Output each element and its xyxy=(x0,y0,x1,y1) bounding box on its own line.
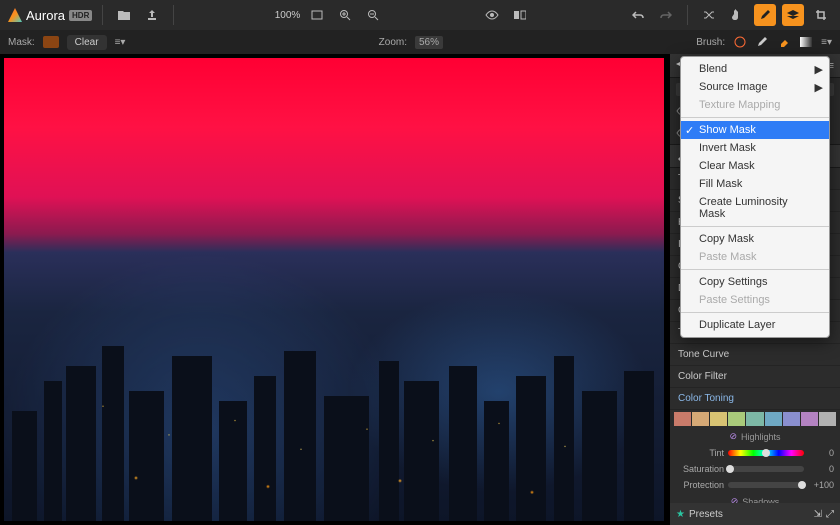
zoom-in-button[interactable] xyxy=(334,4,356,26)
mask-menu-icon[interactable]: ≡▾ xyxy=(115,37,126,48)
mask-color-swatch[interactable] xyxy=(43,36,59,48)
saturation-slider-h[interactable]: Saturation0 xyxy=(670,461,840,477)
menu-item-blend[interactable]: Blend▶ xyxy=(681,60,829,78)
clear-mask-button[interactable]: Clear xyxy=(67,35,107,50)
canvas-viewport[interactable] xyxy=(0,54,670,525)
protection-slider[interactable]: Protection+100 xyxy=(670,477,840,493)
color-swatch[interactable] xyxy=(692,412,709,426)
zoom-dropdown[interactable]: 56% xyxy=(415,36,443,49)
menu-item-invert-mask[interactable]: Invert Mask xyxy=(681,139,829,157)
logo-icon xyxy=(8,8,22,22)
brush-label: Brush: xyxy=(696,37,725,48)
presets-bar[interactable]: ★ Presets ⇲ ⤢ xyxy=(670,503,840,525)
color-toning-swatches xyxy=(670,410,840,428)
app-logo: Aurora HDR xyxy=(8,8,92,23)
menu-item-clear-mask[interactable]: Clear Mask xyxy=(681,157,829,175)
undo-button[interactable] xyxy=(627,4,649,26)
brush-tool-button[interactable] xyxy=(754,4,776,26)
zoom-value[interactable]: 100% xyxy=(275,10,301,21)
main-toolbar: Aurora HDR 100% xyxy=(0,0,840,30)
link-icon: ⊘ xyxy=(729,431,737,442)
brush-paint-icon[interactable] xyxy=(755,35,769,49)
menu-item-texture-mapping: Texture Mapping xyxy=(681,96,829,114)
menu-item-copy-settings[interactable]: Copy Settings xyxy=(681,273,829,291)
submenu-arrow-icon: ▶ xyxy=(815,63,823,76)
tool-row-tone-curve[interactable]: Tone Curve xyxy=(670,344,840,366)
open-button[interactable] xyxy=(113,4,135,26)
menu-item-paste-mask: Paste Mask xyxy=(681,248,829,266)
color-swatch[interactable] xyxy=(674,412,691,426)
color-swatch[interactable] xyxy=(801,412,818,426)
color-swatch[interactable] xyxy=(783,412,800,426)
layers-tool-button[interactable] xyxy=(782,4,804,26)
color-swatch[interactable] xyxy=(710,412,727,426)
crop-tool-button[interactable] xyxy=(810,4,832,26)
star-icon: ★ xyxy=(676,509,685,520)
collapse-icon[interactable]: ⇲ xyxy=(814,509,822,520)
color-swatch[interactable] xyxy=(819,412,836,426)
brush-circle-icon[interactable] xyxy=(733,35,747,49)
presets-label: Presets xyxy=(689,509,723,520)
document-image xyxy=(4,58,664,521)
zoom-label: Zoom: xyxy=(379,37,407,48)
zoom-out-button[interactable] xyxy=(362,4,384,26)
layer-context-menu: Blend▶Source Image▶Texture Mapping Show M… xyxy=(680,56,830,338)
menu-item-copy-mask[interactable]: Copy Mask xyxy=(681,230,829,248)
expand-icon[interactable]: ⤢ xyxy=(826,509,834,520)
menu-item-duplicate-layer[interactable]: Duplicate Layer xyxy=(681,316,829,334)
gradient-icon[interactable] xyxy=(799,35,813,49)
options-bar: Mask: Clear ≡▾ Zoom: 56% Brush: ≡▾ xyxy=(0,30,840,54)
highlights-label: ⊘Highlights xyxy=(670,428,840,445)
menu-item-show-mask[interactable]: Show Mask✓ xyxy=(681,121,829,139)
eraser-icon[interactable] xyxy=(777,35,791,49)
menu-item-create-luminosity-mask[interactable]: Create Luminosity Mask xyxy=(681,193,829,223)
hdr-badge: HDR xyxy=(69,10,92,21)
tool-row-color-filter[interactable]: Color Filter xyxy=(670,366,840,388)
color-swatch[interactable] xyxy=(728,412,745,426)
compare-button[interactable] xyxy=(509,4,531,26)
check-icon: ✓ xyxy=(685,124,694,137)
redo-button[interactable] xyxy=(655,4,677,26)
shuffle-button[interactable] xyxy=(698,4,720,26)
preview-button[interactable] xyxy=(481,4,503,26)
hand-tool-button[interactable] xyxy=(726,4,748,26)
tint-slider-h[interactable]: Tint0 xyxy=(670,445,840,461)
color-toning-header[interactable]: Color Toning xyxy=(670,388,840,410)
fit-screen-button[interactable] xyxy=(306,4,328,26)
app-name: Aurora xyxy=(26,8,65,23)
color-swatch[interactable] xyxy=(746,412,763,426)
submenu-arrow-icon: ▶ xyxy=(815,81,823,94)
menu-item-source-image[interactable]: Source Image▶ xyxy=(681,78,829,96)
menu-item-paste-settings: Paste Settings xyxy=(681,291,829,309)
color-swatch[interactable] xyxy=(765,412,782,426)
menu-item-fill-mask[interactable]: Fill Mask xyxy=(681,175,829,193)
mask-label: Mask: xyxy=(8,37,35,48)
brush-menu-icon[interactable]: ≡▾ xyxy=(821,37,832,48)
export-button[interactable] xyxy=(141,4,163,26)
